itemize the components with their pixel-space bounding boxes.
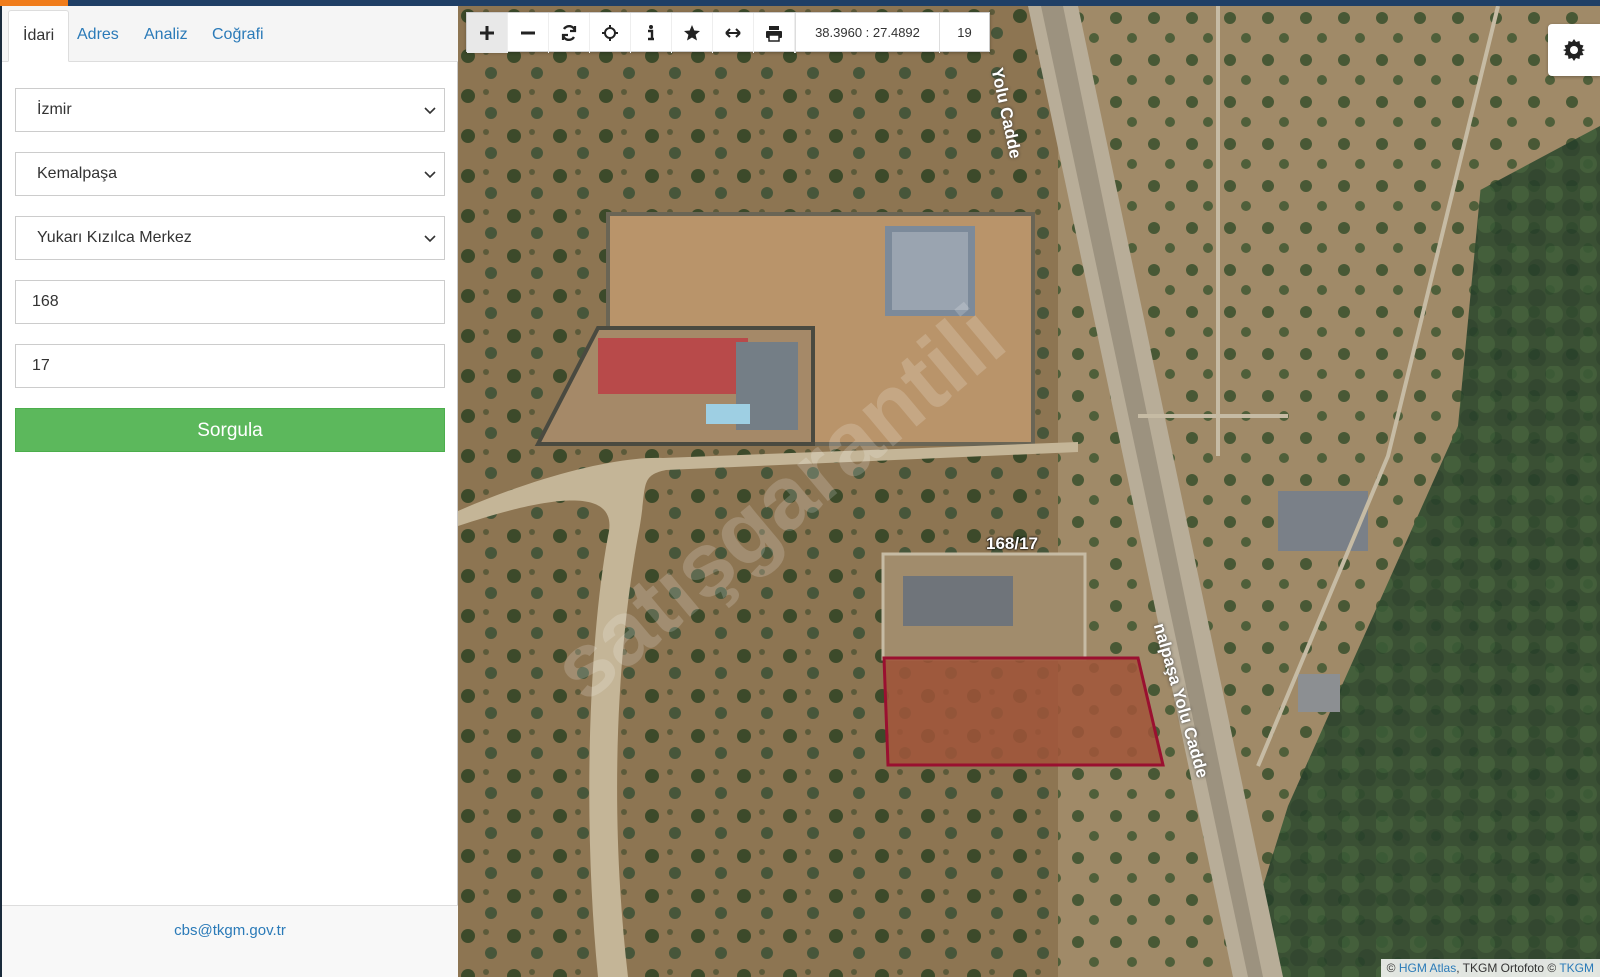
tab-bar: İdari Adres Analiz Coğrafi	[2, 6, 458, 62]
tab-idari[interactable]: İdari	[8, 10, 70, 62]
satellite-imagery: satışgarantili	[458, 6, 1600, 977]
measure-icon	[725, 28, 741, 38]
parsel-input[interactable]: 17	[15, 344, 445, 388]
attribution-middle: , TKGM Ortofoto ©	[1456, 961, 1560, 975]
mahalle-select-value: Yukarı Kızılca Merkez	[37, 229, 192, 246]
parcel-polygon	[882, 656, 1165, 767]
locate-icon	[602, 25, 618, 41]
parcel-label: 168/17	[986, 534, 1038, 553]
refresh-button[interactable]	[549, 13, 590, 53]
tab-adres[interactable]: Adres	[63, 10, 133, 62]
chevron-down-icon	[424, 171, 436, 179]
ada-input[interactable]: 168	[15, 280, 445, 324]
locate-button[interactable]	[590, 13, 631, 53]
contact-email-link[interactable]: cbs@tkgm.gov.tr	[174, 922, 286, 939]
print-button[interactable]	[754, 13, 795, 53]
favorite-button[interactable]	[672, 13, 713, 53]
map-toolbar: 38.3960 : 27.4892 19	[466, 12, 990, 53]
attribution-prefix: ©	[1386, 961, 1399, 975]
zoom-in-button[interactable]	[467, 13, 508, 53]
map-view[interactable]: satışgarantili 168/17 Yolu Cadde nalpaşa…	[458, 6, 1600, 977]
gear-icon	[1563, 39, 1585, 61]
mahalle-select[interactable]: Yukarı Kızılca Merkez	[15, 216, 445, 260]
query-panel: İdari Adres Analiz Coğrafi İzmir Kemalpa…	[2, 6, 458, 977]
parsel-input-value: 17	[32, 357, 50, 374]
il-select[interactable]: İzmir	[15, 88, 445, 132]
chevron-down-icon	[424, 235, 436, 243]
zoom-in-icon	[480, 26, 494, 40]
tab-cografi[interactable]: Coğrafi	[198, 10, 278, 62]
refresh-icon	[561, 24, 577, 42]
zoom-out-icon	[521, 31, 535, 35]
ilce-select-value: Kemalpaşa	[37, 165, 118, 182]
star-icon	[684, 25, 700, 41]
zoom-out-button[interactable]	[508, 13, 549, 53]
ilce-select[interactable]: Kemalpaşa	[15, 152, 445, 196]
footer: cbs@tkgm.gov.tr	[2, 905, 458, 977]
tkgm-link[interactable]: TKGM	[1559, 961, 1594, 975]
tab-analiz[interactable]: Analiz	[130, 10, 202, 62]
print-icon	[766, 26, 782, 42]
zoom-level: 19	[939, 13, 989, 53]
info-icon	[648, 25, 654, 41]
sorgula-button[interactable]: Sorgula	[15, 408, 445, 452]
info-button[interactable]	[631, 13, 672, 53]
hgm-atlas-link[interactable]: HGM Atlas	[1399, 961, 1456, 975]
il-select-value: İzmir	[37, 101, 72, 118]
map-attribution: © HGM Atlas, TKGM Ortofoto © TKGM	[1380, 959, 1600, 977]
measure-button[interactable]	[713, 13, 754, 53]
settings-button[interactable]	[1548, 24, 1600, 76]
coordinate-readout: 38.3960 : 27.4892	[795, 13, 939, 53]
chevron-down-icon	[424, 107, 436, 115]
ada-input-value: 168	[32, 293, 59, 310]
